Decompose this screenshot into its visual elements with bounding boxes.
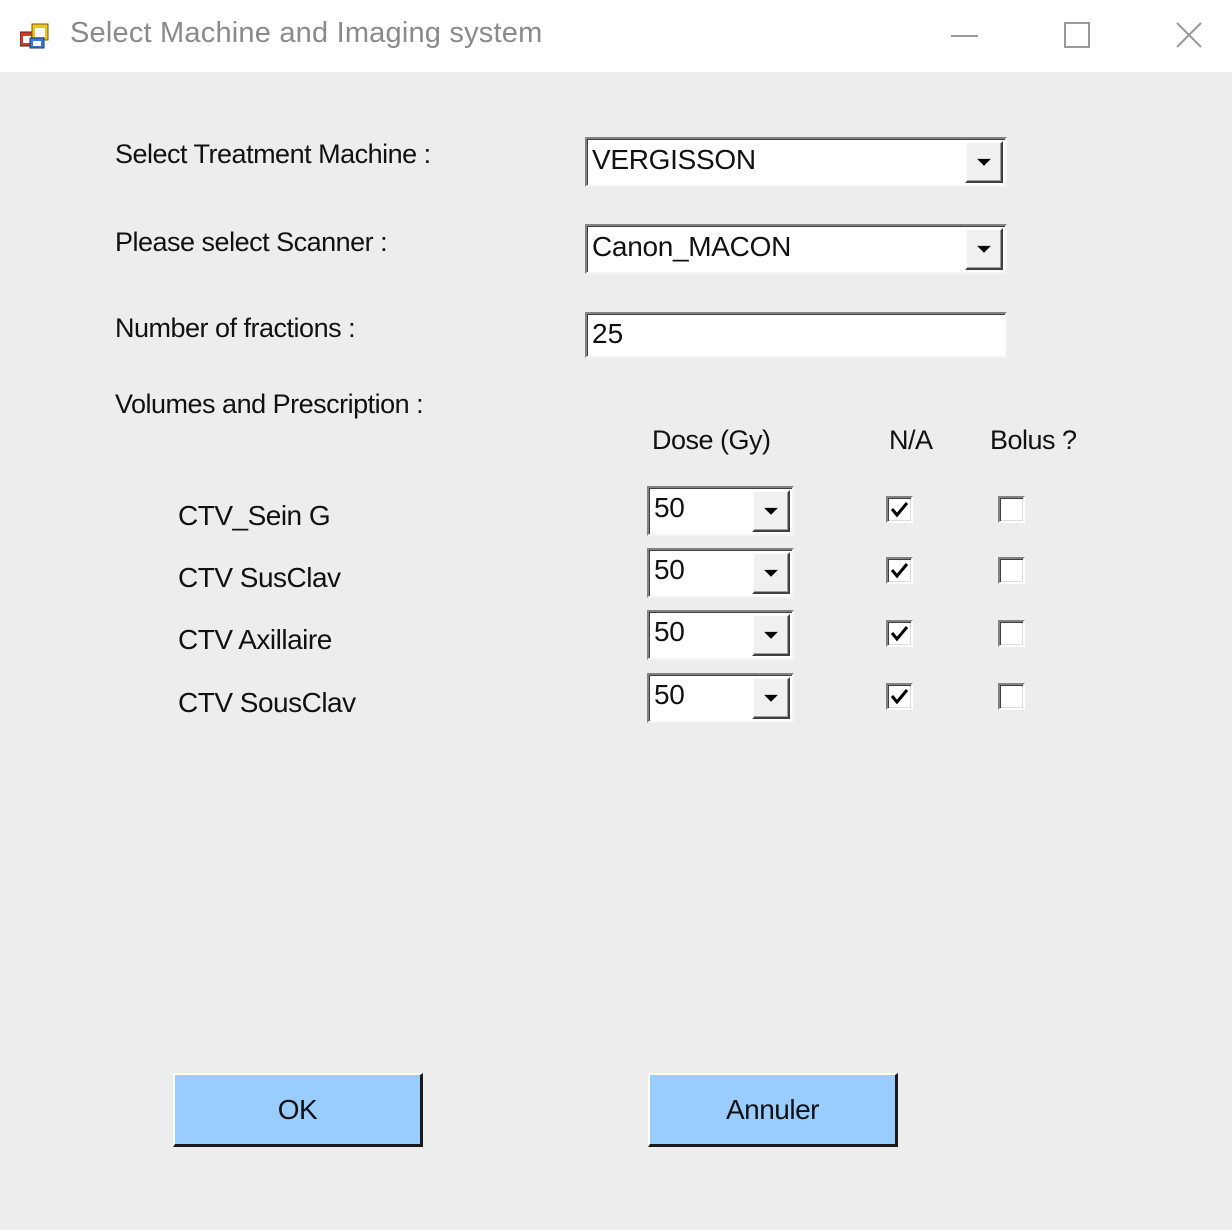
close-button[interactable] <box>1134 0 1232 72</box>
na-checkbox[interactable] <box>886 620 913 647</box>
chevron-down-icon <box>764 694 778 702</box>
scanner-dropdown-button[interactable] <box>965 228 1003 270</box>
dose-select[interactable]: 50 <box>647 610 794 660</box>
minimize-button[interactable] <box>906 0 1020 72</box>
chevron-down-icon <box>977 158 991 166</box>
na-checkbox[interactable] <box>886 496 913 523</box>
fractions-label: Number of fractions : <box>115 313 356 343</box>
scanner-select[interactable]: Canon_MACON <box>585 224 1007 274</box>
dose-value: 50 <box>654 616 685 647</box>
chevron-down-icon <box>764 507 778 515</box>
dose-column-header: Dose (Gy) <box>652 425 771 455</box>
checkmark-icon <box>890 502 909 518</box>
volumes-label: Volumes and Prescription : <box>115 389 424 419</box>
machine-label: Select Treatment Machine : <box>115 139 431 169</box>
checkmark-icon <box>890 689 909 705</box>
volume-name: CTV Axillaire <box>178 624 332 655</box>
maximize-icon <box>1064 22 1090 48</box>
ok-button[interactable]: OK <box>173 1073 423 1147</box>
volume-name: CTV SousClav <box>178 687 356 718</box>
dose-select[interactable]: 50 <box>647 548 794 598</box>
dose-dropdown-button[interactable] <box>752 677 790 719</box>
machine-dropdown-button[interactable] <box>965 141 1003 183</box>
volume-name: CTV SusClav <box>178 562 341 593</box>
checkmark-icon <box>890 626 909 642</box>
machine-select[interactable]: VERGISSON <box>585 137 1007 187</box>
bolus-checkbox[interactable] <box>998 496 1025 523</box>
app-icon <box>20 23 49 49</box>
scanner-label: Please select Scanner : <box>115 227 388 257</box>
na-column-header: N/A <box>889 425 933 455</box>
dose-value: 50 <box>654 554 685 585</box>
bolus-column-header: Bolus ? <box>990 425 1077 455</box>
chevron-down-icon <box>977 245 991 253</box>
maximize-button[interactable] <box>1020 0 1134 72</box>
dose-dropdown-button[interactable] <box>752 490 790 532</box>
dose-select[interactable]: 50 <box>647 673 794 723</box>
na-checkbox[interactable] <box>886 683 913 710</box>
bolus-checkbox[interactable] <box>998 557 1025 584</box>
dose-select[interactable]: 50 <box>647 486 794 536</box>
volume-name: CTV_Sein G <box>178 500 331 531</box>
close-icon <box>1176 22 1202 48</box>
minimize-icon <box>951 35 978 37</box>
window-title: Select Machine and Imaging system <box>70 17 543 49</box>
chevron-down-icon <box>764 569 778 577</box>
dose-dropdown-button[interactable] <box>752 614 790 656</box>
bolus-checkbox[interactable] <box>998 683 1025 710</box>
dose-dropdown-button[interactable] <box>752 552 790 594</box>
na-checkbox[interactable] <box>886 557 913 584</box>
fractions-input[interactable]: 25 <box>585 312 1007 358</box>
cancel-button[interactable]: Annuler <box>648 1073 898 1147</box>
title-bar: Select Machine and Imaging system <box>0 0 1232 72</box>
bolus-checkbox[interactable] <box>998 620 1025 647</box>
machine-value: VERGISSON <box>592 144 756 175</box>
checkmark-icon <box>890 563 909 579</box>
dose-value: 50 <box>654 492 685 523</box>
dose-value: 50 <box>654 679 685 710</box>
chevron-down-icon <box>764 631 778 639</box>
scanner-value: Canon_MACON <box>592 231 792 262</box>
